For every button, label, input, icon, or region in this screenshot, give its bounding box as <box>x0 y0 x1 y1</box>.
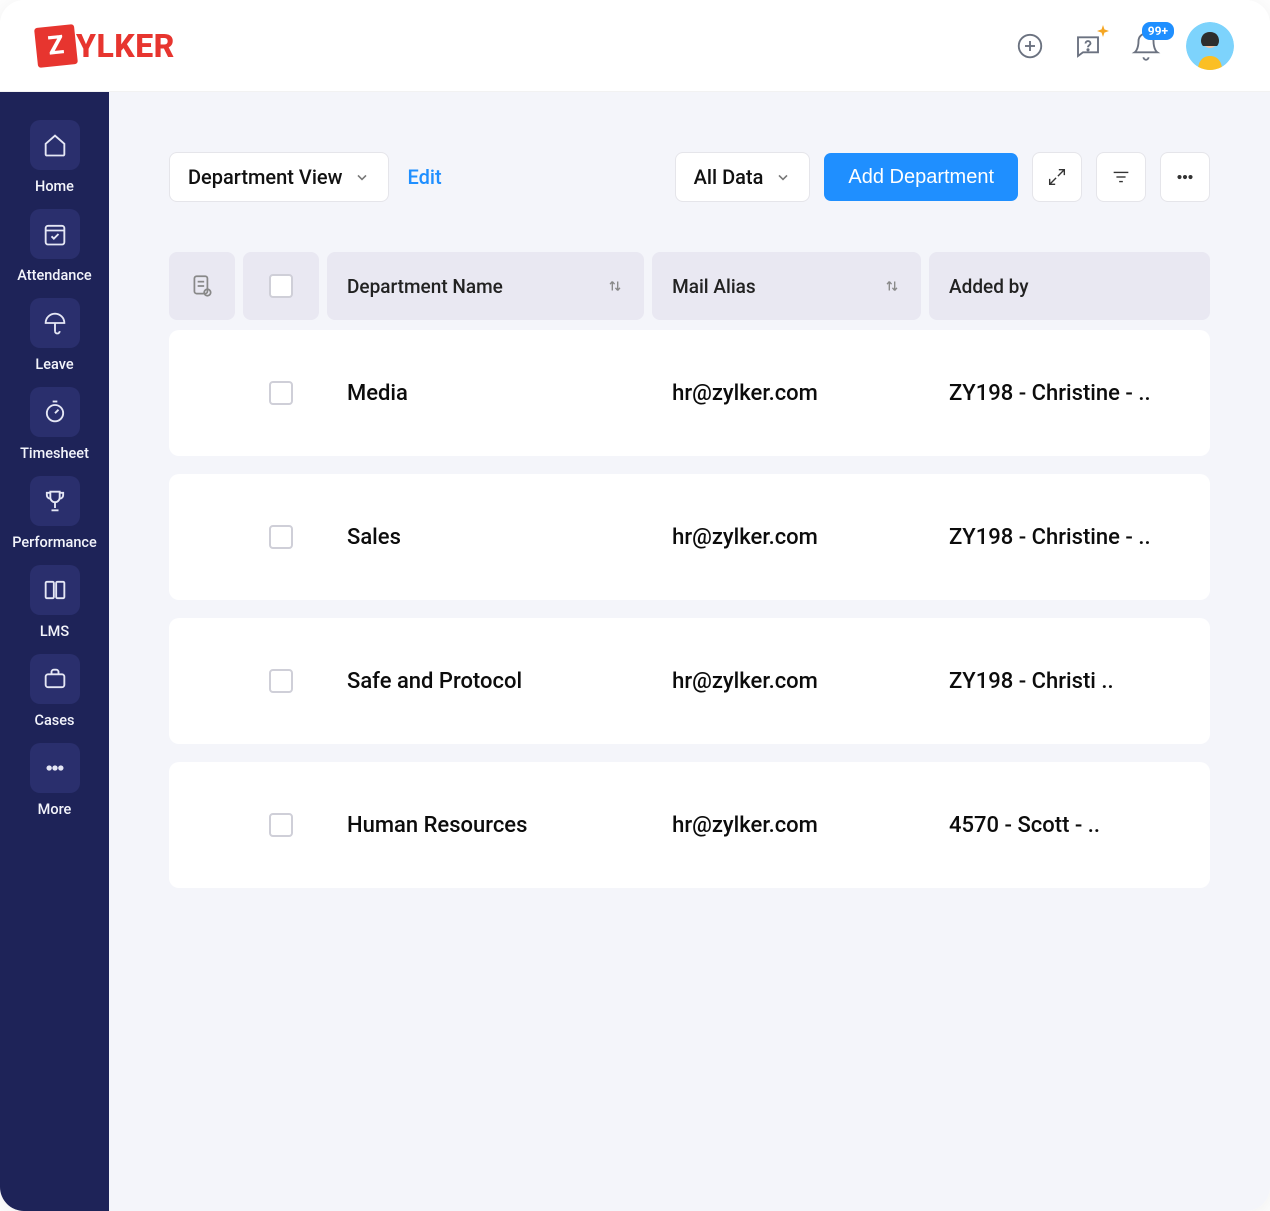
row-checkbox[interactable] <box>269 381 293 405</box>
th-mail-alias[interactable]: Mail Alias <box>652 252 921 320</box>
more-options-button[interactable] <box>1160 152 1210 202</box>
sidebar-label: Cases <box>35 712 75 729</box>
more-icon <box>30 743 80 793</box>
briefcase-icon <box>30 654 80 704</box>
timer-icon <box>30 387 80 437</box>
more-horizontal-icon <box>1174 166 1196 188</box>
th-department-name[interactable]: Department Name <box>327 252 644 320</box>
table-row[interactable]: Media hr@zylker.com ZY198 - Christine - … <box>169 330 1210 456</box>
calendar-check-icon <box>30 209 80 259</box>
th-label: Mail Alias <box>672 275 756 298</box>
view-dropdown-label: Department View <box>188 165 342 189</box>
sidebar-item-timesheet[interactable]: Timesheet <box>0 387 109 462</box>
app-header: Z YLKER 99+ <box>0 0 1270 92</box>
sort-icon <box>606 277 624 295</box>
cell-department: Media <box>327 381 644 406</box>
report-icon <box>189 272 215 300</box>
sidebar-item-more[interactable]: More <box>0 743 109 818</box>
trophy-icon <box>30 476 80 526</box>
notification-badge: 99+ <box>1142 22 1174 40</box>
sidebar: Home Attendance Leave Timesheet Performa… <box>0 92 109 1211</box>
sidebar-item-attendance[interactable]: Attendance <box>0 209 109 284</box>
cell-added-by: ZY198 - Christine - .. <box>929 381 1210 406</box>
data-filter-label: All Data <box>694 165 764 189</box>
toolbar: Department View Edit All Data Add Depart… <box>169 152 1210 202</box>
sidebar-item-home[interactable]: Home <box>0 120 109 195</box>
th-select-all[interactable] <box>243 252 319 320</box>
th-added-by[interactable]: Added by <box>929 252 1210 320</box>
logo-text: YLKER <box>76 27 175 65</box>
th-report-icon[interactable] <box>169 252 235 320</box>
chevron-down-icon <box>775 169 791 185</box>
table-row[interactable]: Human Resources hr@zylker.com 4570 - Sco… <box>169 762 1210 888</box>
help-icon[interactable] <box>1070 28 1106 64</box>
add-department-button[interactable]: Add Department <box>824 153 1018 201</box>
cell-mail: hr@zylker.com <box>652 525 921 550</box>
cell-department: Safe and Protocol <box>327 669 644 694</box>
edit-link[interactable]: Edit <box>407 165 441 189</box>
table-row[interactable]: Safe and Protocol hr@zylker.com ZY198 - … <box>169 618 1210 744</box>
select-all-checkbox[interactable] <box>269 274 293 298</box>
cell-added-by: 4570 - Scott - .. <box>929 813 1210 838</box>
table-row[interactable]: Sales hr@zylker.com ZY198 - Christine - … <box>169 474 1210 600</box>
user-avatar[interactable] <box>1186 22 1234 70</box>
add-icon[interactable] <box>1012 28 1048 64</box>
view-dropdown[interactable]: Department View <box>169 152 389 202</box>
umbrella-icon <box>30 298 80 348</box>
cell-mail: hr@zylker.com <box>652 813 921 838</box>
book-icon <box>30 565 80 615</box>
filter-button[interactable] <box>1096 152 1146 202</box>
sidebar-label: Timesheet <box>20 445 89 462</box>
row-checkbox[interactable] <box>269 813 293 837</box>
notifications-icon[interactable]: 99+ <box>1128 28 1164 64</box>
sidebar-item-leave[interactable]: Leave <box>0 298 109 373</box>
th-label: Department Name <box>347 275 503 298</box>
row-checkbox[interactable] <box>269 669 293 693</box>
sidebar-label: More <box>38 801 72 818</box>
sidebar-label: Attendance <box>17 267 91 284</box>
cell-added-by: ZY198 - Christine - .. <box>929 525 1210 550</box>
expand-icon <box>1046 166 1068 188</box>
table-header: Department Name Mail Alias Added by <box>169 252 1210 320</box>
data-filter-dropdown[interactable]: All Data <box>675 152 811 202</box>
logo[interactable]: Z YLKER <box>36 26 175 66</box>
main-content: Department View Edit All Data Add Depart… <box>109 92 1270 1211</box>
sidebar-item-cases[interactable]: Cases <box>0 654 109 729</box>
sidebar-label: Performance <box>12 534 97 551</box>
cell-department: Sales <box>327 525 644 550</box>
cell-added-by: ZY198 - Christi .. <box>929 669 1210 694</box>
row-checkbox[interactable] <box>269 525 293 549</box>
sidebar-item-performance[interactable]: Performance <box>0 476 109 551</box>
sidebar-label: LMS <box>40 623 69 640</box>
cell-mail: hr@zylker.com <box>652 381 921 406</box>
cell-mail: hr@zylker.com <box>652 669 921 694</box>
cell-department: Human Resources <box>327 813 644 838</box>
expand-button[interactable] <box>1032 152 1082 202</box>
header-actions: 99+ <box>1012 22 1234 70</box>
logo-badge: Z <box>34 24 78 68</box>
chevron-down-icon <box>354 169 370 185</box>
home-icon <box>30 120 80 170</box>
sidebar-label: Leave <box>35 356 73 373</box>
sidebar-label: Home <box>35 178 74 195</box>
filter-icon <box>1110 166 1132 188</box>
th-label: Added by <box>949 275 1029 298</box>
sidebar-item-lms[interactable]: LMS <box>0 565 109 640</box>
sort-icon <box>883 277 901 295</box>
